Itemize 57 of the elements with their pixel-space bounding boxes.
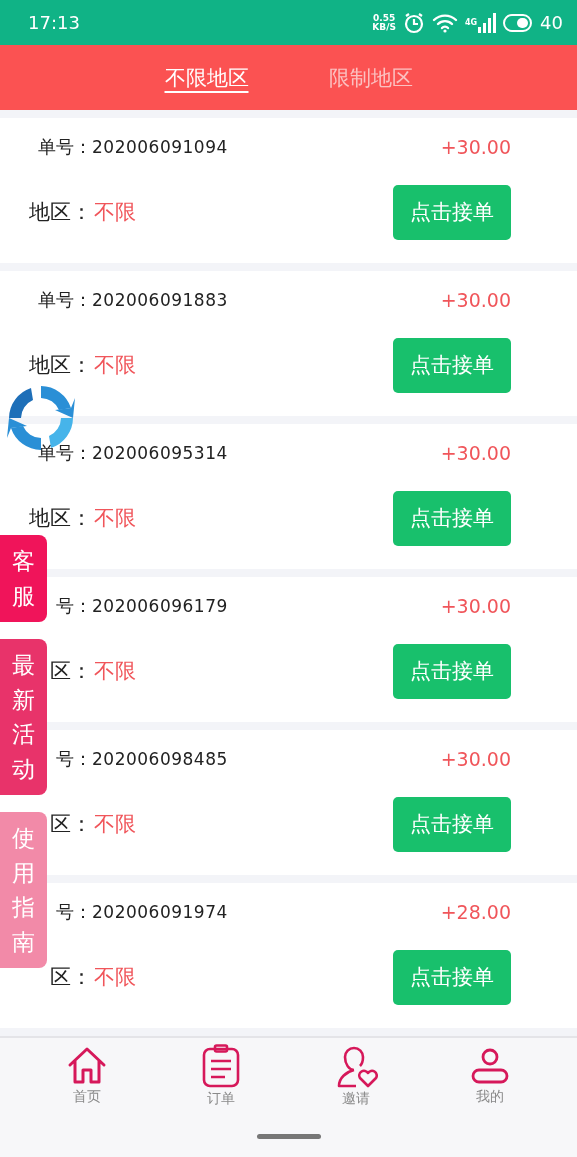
order-number: 202006095314 [92,443,228,463]
area-value: 不限 [94,964,136,991]
order-number-label: 号： [56,594,92,618]
order-number-label: 号： [56,747,92,771]
nav-item[interactable]: 订单 [181,1044,262,1108]
order-number-label: 单号： [38,288,92,312]
network-speed: 0.55 KB/S [372,13,396,32]
order-amount: +30.00 [440,442,511,464]
area-value: 不限 [94,658,136,685]
alarm-icon [402,11,425,34]
order-amount: +30.00 [440,748,511,770]
area-label: 区： [50,964,92,991]
clipboard-icon [201,1044,242,1088]
order-number: 202006091094 [92,137,228,157]
order-amount: +28.00 [440,901,511,923]
side-tab-button[interactable]: 客服 [0,535,47,622]
status-time: 17:13 [28,12,80,33]
area-value: 不限 [94,352,136,379]
order-number: 202006096179 [92,596,228,616]
signal-icon [478,12,497,33]
area-label: 地区： [29,505,92,532]
region-tab[interactable]: 限制地区 [328,59,413,96]
order-number-label: 单号： [38,441,92,465]
order-number: 202006091974 [92,902,228,922]
region-tab[interactable]: 不限地区 [164,59,249,96]
order-number: 202006098485 [92,749,228,769]
nav-item[interactable]: 首页 [47,1046,128,1106]
order-number-label: 号： [56,900,92,924]
side-tab-button[interactable]: 最新活动 [0,639,47,795]
network-type: 4G [464,17,478,27]
order-amount: +30.00 [440,595,511,617]
accept-order-button[interactable]: 点击接单 [393,490,511,546]
area-value: 不限 [94,811,136,838]
area-value: 不限 [94,199,136,226]
accept-order-button[interactable]: 点击接单 [393,184,511,240]
battery-icon [503,13,534,32]
area-label: 区： [50,658,92,685]
order-amount: +30.00 [440,136,511,158]
accept-order-button[interactable]: 点击接单 [393,796,511,852]
battery-level: 40 [540,12,563,33]
accept-order-button[interactable]: 点击接单 [393,337,511,393]
area-label: 地区： [29,199,92,226]
area-label: 地区： [29,352,92,379]
nav-item[interactable]: 邀请 [315,1044,396,1108]
home-icon [67,1046,108,1086]
order-amount: +30.00 [440,289,511,311]
nav-item[interactable]: 我的 [449,1046,530,1106]
person-icon [469,1046,510,1086]
order-number-label: 单号： [38,135,92,159]
area-label: 区： [50,811,92,838]
order-number: 202006091883 [92,290,228,310]
wifi-icon [431,12,458,33]
accept-order-button[interactable]: 点击接单 [393,643,511,699]
area-value: 不限 [94,505,136,532]
accept-order-button[interactable]: 点击接单 [393,949,511,1005]
side-tab-button[interactable]: 使用指南 [0,812,47,968]
home-indicator[interactable] [256,1134,321,1139]
